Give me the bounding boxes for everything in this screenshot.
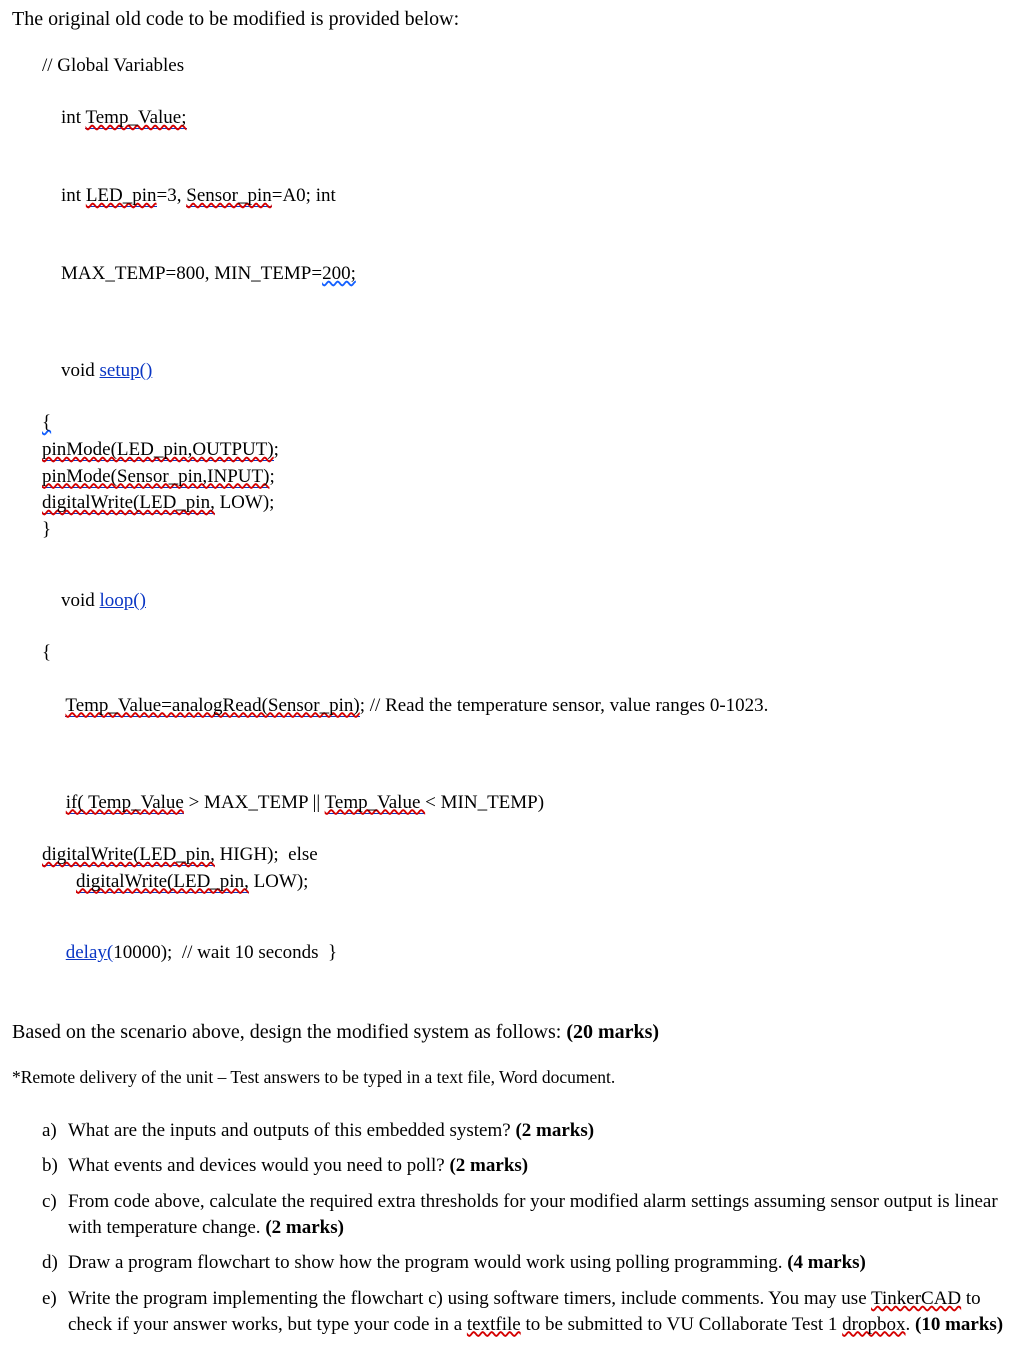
code-line: int LED_pin=3, Sensor_pin=A0; int	[42, 158, 1012, 235]
code-text: HIGH); else	[215, 844, 318, 865]
code-text: void	[61, 590, 100, 611]
prompt-marks: (20 marks)	[566, 1021, 659, 1043]
code-text: LOW);	[249, 871, 309, 892]
question-e: e) Write the program implementing the fl…	[42, 1286, 1012, 1337]
code-line: if( Temp_Value > MAX_TEMP || Temp_Value …	[42, 764, 1012, 841]
code-line: {	[42, 410, 1012, 436]
code-text: LED_pin	[86, 185, 157, 207]
question-marks: (2 marks)	[449, 1155, 528, 1176]
code-line: int Temp_Value;	[42, 80, 1012, 157]
code-line: void loop()	[42, 563, 1012, 640]
code-text: delay(	[66, 942, 113, 963]
code-text: digitalWrite(LED_pin,	[76, 871, 249, 893]
code-text: Sensor_pin	[186, 185, 272, 207]
code-line: digitalWrite(LED_pin, LOW);	[42, 490, 1012, 516]
question-marks: (4 marks)	[787, 1252, 866, 1273]
code-line: pinMode(Sensor_pin,INPUT);	[42, 464, 1012, 490]
question-b: b) What events and devices would you nee…	[42, 1153, 1012, 1179]
question-text: From code above, calculate the required …	[68, 1191, 998, 1238]
question-label: c)	[42, 1189, 57, 1215]
code-line: // Global Variables	[42, 53, 1012, 79]
code-text: if( Temp_Value	[66, 792, 184, 814]
code-text: setup()	[100, 360, 153, 381]
code-text: =A0; int	[272, 185, 336, 206]
textfile-text: textfile	[467, 1314, 521, 1335]
prompt-text: Based on the scenario above, design the …	[12, 1021, 566, 1043]
code-text: =3,	[157, 185, 187, 206]
code-text: ;	[269, 466, 274, 487]
question-text: .	[906, 1314, 916, 1335]
dropbox-text: dropbox	[842, 1314, 905, 1335]
code-text: ;	[274, 439, 279, 460]
question-marks: (2 marks)	[515, 1120, 594, 1141]
question-text: Write the program implementing the flowc…	[68, 1288, 871, 1309]
design-prompt: Based on the scenario above, design the …	[12, 1019, 1012, 1046]
question-label: a)	[42, 1118, 57, 1144]
code-line: digitalWrite(LED_pin, LOW);	[42, 869, 1012, 895]
question-a: a) What are the inputs and outputs of th…	[42, 1118, 1012, 1144]
question-label: e)	[42, 1286, 57, 1312]
code-text: MAX_TEMP=800, MIN_TEMP=	[61, 263, 322, 284]
code-text: 10000); // wait 10 seconds }	[113, 942, 337, 963]
code-text: digitalWrite(LED_pin,	[42, 844, 215, 866]
code-text: int	[61, 185, 86, 206]
code-line: }	[42, 517, 1012, 543]
question-text: What are the inputs and outputs of this …	[68, 1120, 515, 1141]
question-c: c) From code above, calculate the requir…	[42, 1189, 1012, 1240]
code-text: pinMode(LED_pin,OUTPUT)	[42, 439, 274, 461]
question-text: What events and devices would you need t…	[68, 1155, 449, 1176]
question-d: d) Draw a program flowchart to show how …	[42, 1250, 1012, 1276]
code-line: void setup()	[42, 332, 1012, 409]
code-text: void	[61, 360, 100, 381]
code-text: Temp_Value=analogRead(Sensor_pin)	[65, 695, 359, 717]
question-label: d)	[42, 1250, 58, 1276]
code-text: 200;	[322, 263, 356, 284]
code-text: {	[42, 412, 51, 433]
remote-note: *Remote delivery of the unit – Test answ…	[12, 1066, 1012, 1090]
code-text: Temp_Value;	[85, 107, 186, 129]
code-text: int	[61, 107, 85, 128]
question-marks: (10 marks)	[915, 1314, 1003, 1335]
code-text: < MIN_TEMP)	[425, 792, 544, 813]
question-text: to be submitted to VU Collaborate Test 1	[521, 1314, 842, 1335]
code-line: delay(10000); // wait 10 seconds }	[42, 914, 1012, 991]
intro-text: The original old code to be modified is …	[12, 6, 1012, 33]
code-text: ; // Read the temperature sensor, value …	[360, 695, 769, 716]
question-list: a) What are the inputs and outputs of th…	[12, 1118, 1012, 1337]
code-line: digitalWrite(LED_pin, HIGH); else	[42, 842, 1012, 868]
code-block: // Global Variables int Temp_Value; int …	[42, 53, 1012, 991]
question-label: b)	[42, 1153, 58, 1179]
code-line: {	[42, 640, 1012, 666]
code-text: Temp_Value	[325, 792, 426, 814]
code-text: LOW);	[215, 492, 275, 513]
question-text: Draw a program flowchart to show how the…	[68, 1252, 787, 1273]
code-text: pinMode(Sensor_pin,INPUT)	[42, 466, 269, 488]
code-line: pinMode(LED_pin,OUTPUT);	[42, 437, 1012, 463]
code-text: digitalWrite(LED_pin,	[42, 492, 215, 514]
code-text: > MAX_TEMP ||	[184, 792, 325, 813]
code-line: Temp_Value=analogRead(Sensor_pin); // Re…	[42, 667, 1012, 744]
tinkercad-text: TinkerCAD	[871, 1288, 961, 1309]
code-text: loop()	[100, 590, 146, 611]
code-line: MAX_TEMP=800, MIN_TEMP=200;	[42, 235, 1012, 312]
question-marks: (2 marks)	[265, 1217, 344, 1238]
